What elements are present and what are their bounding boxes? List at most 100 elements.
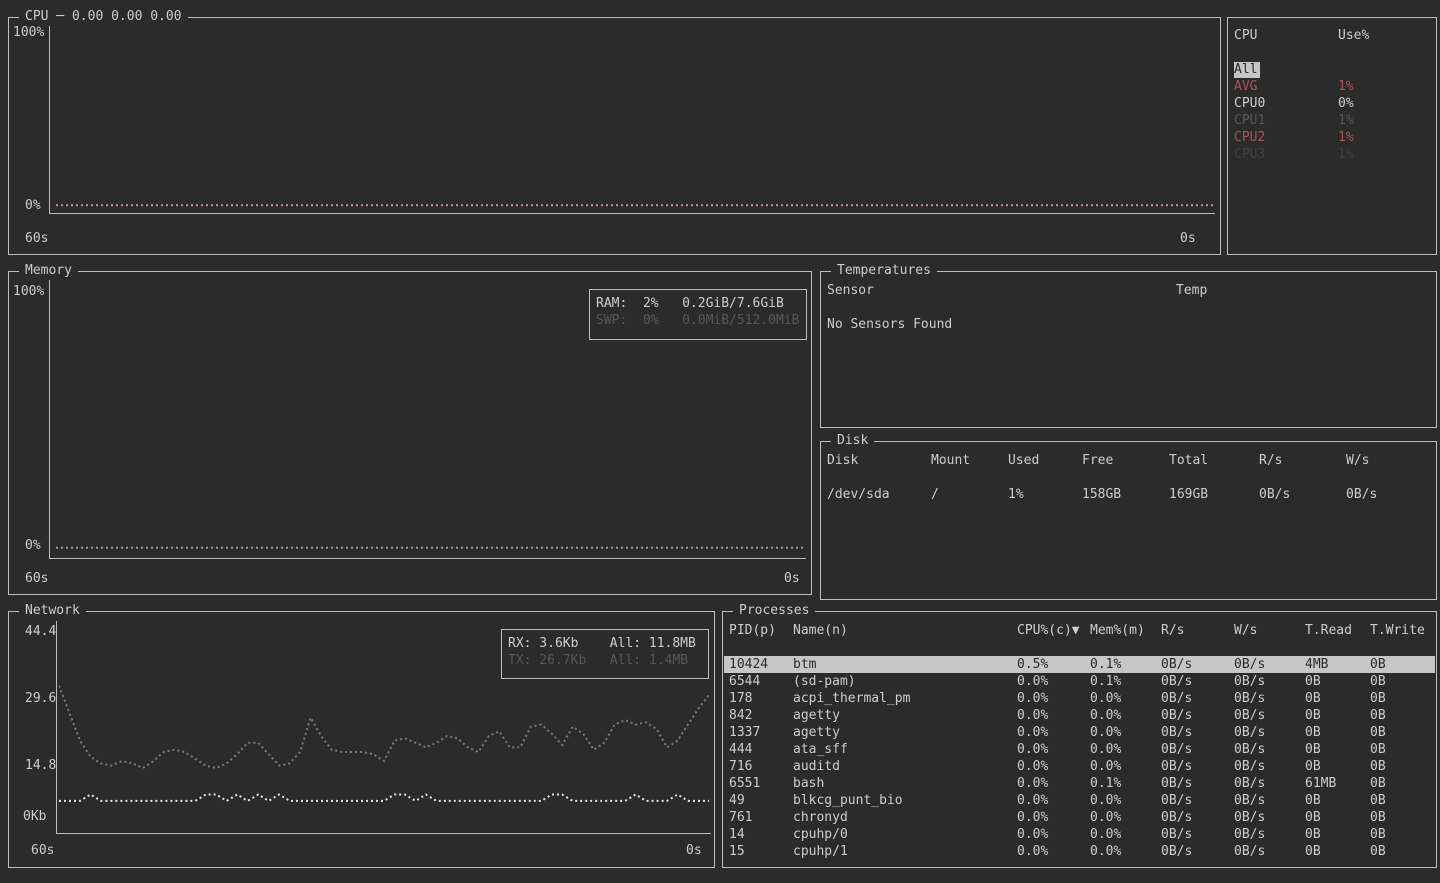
- process-write-rate: 0B/s: [1234, 690, 1265, 707]
- processes-panel-title: Processes: [733, 603, 815, 619]
- process-cpu: 0.0%: [1017, 843, 1048, 860]
- disk-header-total: Total: [1169, 453, 1208, 469]
- process-read-rate: 0B/s: [1161, 707, 1192, 724]
- chart-series-tx-kb: [59, 686, 709, 768]
- process-total-write: 0B: [1370, 673, 1386, 690]
- rx-legend: RX: 3.6Kb All: 11.8MB: [508, 636, 696, 652]
- process-name: auditd: [793, 758, 840, 775]
- process-row[interactable]: 14 cpuhp/0 0.0% 0.0% 0B/s 0B/s 0B 0B: [724, 826, 1435, 843]
- proc-header-write-rate[interactable]: W/s: [1234, 623, 1257, 639]
- proc-header-pid[interactable]: PID(p): [729, 623, 776, 639]
- cpu-legend-row[interactable]: All: [1228, 62, 1436, 79]
- cpu-legend-row[interactable]: CPU0 0%: [1228, 96, 1436, 113]
- process-mem: 0.0%: [1090, 741, 1121, 758]
- network-legend: RX: 3.6Kb All: 11.8MB TX: 26.7Kb All: 1.…: [501, 629, 709, 679]
- process-total-write: 0B: [1370, 809, 1386, 826]
- process-mem: 0.0%: [1090, 758, 1121, 775]
- swap-usage-legend: SWP: 0% 0.0MiB/512.0MiB: [596, 313, 800, 329]
- disk-header-read-rate: R/s: [1259, 453, 1282, 469]
- proc-header-total-read[interactable]: T.Read: [1305, 623, 1352, 639]
- process-pid: 716: [729, 758, 752, 775]
- process-read-rate: 0B/s: [1161, 741, 1192, 758]
- memory-y-max-label: 100%: [13, 284, 44, 300]
- process-write-rate: 0B/s: [1234, 792, 1265, 809]
- cpu-core-label: AVG: [1234, 79, 1257, 95]
- proc-header-cpu-sorted[interactable]: CPU%(c)▼: [1017, 623, 1080, 639]
- process-cpu: 0.0%: [1017, 724, 1048, 741]
- process-row[interactable]: 6551 bash 0.0% 0.1% 0B/s 0B/s 61MB 0B: [724, 775, 1435, 792]
- process-mem: 0.0%: [1090, 724, 1121, 741]
- temperatures-panel: Temperatures Sensor Temp No Sensors Foun…: [820, 271, 1437, 428]
- network-panel: Network 44.4 29.6 14.8 0Kb 60s 0s RX: 3.…: [8, 611, 715, 868]
- process-write-rate: 0B/s: [1234, 656, 1265, 673]
- process-cpu: 0.0%: [1017, 809, 1048, 826]
- process-name: agetty: [793, 724, 840, 741]
- proc-header-total-write[interactable]: T.Write: [1370, 623, 1425, 639]
- process-row[interactable]: 842 agetty 0.0% 0.0% 0B/s 0B/s 0B 0B: [724, 707, 1435, 724]
- disk-header-used: Used: [1008, 453, 1039, 469]
- proc-header-name[interactable]: Name(n): [793, 623, 848, 639]
- cpu-core-label: CPU2: [1234, 130, 1265, 146]
- process-total-read: 0B: [1305, 673, 1321, 690]
- cpu-legend-row[interactable]: AVG 1%: [1228, 79, 1436, 96]
- btm-system-monitor: { "theme": { "background": "#2b2b2b", "f…: [0, 0, 1440, 883]
- disk-device: /dev/sda: [827, 487, 890, 503]
- memory-panel: Memory 100% 0% 60s 0s RAM: 2% 0.2GiB/7.6…: [8, 271, 812, 595]
- temp-header-temp: Temp: [1176, 283, 1207, 299]
- cpu-legend-row[interactable]: CPU1 1%: [1228, 113, 1436, 130]
- process-total-write: 0B: [1370, 758, 1386, 775]
- network-x-left-label: 60s: [31, 843, 54, 859]
- process-write-rate: 0B/s: [1234, 826, 1265, 843]
- proc-header-mem[interactable]: Mem%(m): [1090, 623, 1145, 639]
- process-row[interactable]: 761 chronyd 0.0% 0.0% 0B/s 0B/s 0B 0B: [724, 809, 1435, 826]
- process-mem: 0.1%: [1090, 656, 1121, 673]
- process-total-read: 0B: [1305, 826, 1321, 843]
- process-total-read: 0B: [1305, 843, 1321, 860]
- process-row[interactable]: 1337 agetty 0.0% 0.0% 0B/s 0B/s 0B 0B: [724, 724, 1435, 741]
- disk-panel: Disk Disk Mount Used Free Total R/s W/s …: [820, 441, 1437, 600]
- chart-series-rx-kb: [59, 795, 709, 801]
- cpu-legend-header-name: CPU: [1234, 28, 1257, 44]
- process-pid: 444: [729, 741, 752, 758]
- process-write-rate: 0B/s: [1234, 673, 1265, 690]
- cpu-x-right-label: 0s: [1180, 231, 1196, 247]
- process-row[interactable]: 10424 btm 0.5% 0.1% 0B/s 0B/s 4MB 0B: [724, 656, 1435, 673]
- memory-panel-title: Memory: [19, 263, 78, 279]
- process-mem: 0.0%: [1090, 690, 1121, 707]
- process-total-read: 4MB: [1305, 656, 1328, 673]
- network-y-label-1: 14.8: [25, 758, 56, 774]
- cpu-y-max-label: 100%: [13, 25, 44, 41]
- process-row[interactable]: 49 blkcg_punt_bio 0.0% 0.0% 0B/s 0B/s 0B…: [724, 792, 1435, 809]
- cpu-core-label: CPU3: [1234, 147, 1265, 163]
- process-name: blkcg_punt_bio: [793, 792, 903, 809]
- cpu-y-min-label: 0%: [25, 198, 41, 214]
- process-cpu: 0.0%: [1017, 758, 1048, 775]
- process-name: chronyd: [793, 809, 848, 826]
- temp-empty-message: No Sensors Found: [827, 317, 952, 333]
- disk-panel-title: Disk: [831, 433, 874, 449]
- process-name: ata_sff: [793, 741, 848, 758]
- process-row[interactable]: 716 auditd 0.0% 0.0% 0B/s 0B/s 0B 0B: [724, 758, 1435, 775]
- cpu-legend-row[interactable]: CPU3 1%: [1228, 147, 1436, 164]
- process-row[interactable]: 15 cpuhp/1 0.0% 0.0% 0B/s 0B/s 0B 0B: [724, 843, 1435, 860]
- network-y-label-2: 29.6: [25, 691, 56, 707]
- memory-x-left-label: 60s: [25, 571, 48, 587]
- cpu-legend-panel: CPU Use% All AVG 1% CPU0 0% CPU1 1%: [1227, 17, 1437, 255]
- network-panel-title: Network: [19, 603, 86, 619]
- process-name: bash: [793, 775, 824, 792]
- process-total-read: 0B: [1305, 809, 1321, 826]
- process-row[interactable]: 444 ata_sff 0.0% 0.0% 0B/s 0B/s 0B 0B: [724, 741, 1435, 758]
- process-row[interactable]: 6544 (sd-pam) 0.0% 0.1% 0B/s 0B/s 0B 0B: [724, 673, 1435, 690]
- ram-usage-legend: RAM: 2% 0.2GiB/7.6GiB: [596, 296, 784, 312]
- disk-read-rate: 0B/s: [1259, 487, 1290, 503]
- process-write-rate: 0B/s: [1234, 809, 1265, 826]
- cpu-legend-row[interactable]: CPU2 1%: [1228, 130, 1436, 147]
- process-pid: 6551: [729, 775, 760, 792]
- process-cpu: 0.0%: [1017, 792, 1048, 809]
- network-y-label-0: 0Kb: [23, 809, 46, 825]
- process-row[interactable]: 178 acpi_thermal_pm 0.0% 0.0% 0B/s 0B/s …: [724, 690, 1435, 707]
- process-total-read: 0B: [1305, 690, 1321, 707]
- process-total-write: 0B: [1370, 724, 1386, 741]
- process-cpu: 0.0%: [1017, 826, 1048, 843]
- proc-header-read-rate[interactable]: R/s: [1161, 623, 1184, 639]
